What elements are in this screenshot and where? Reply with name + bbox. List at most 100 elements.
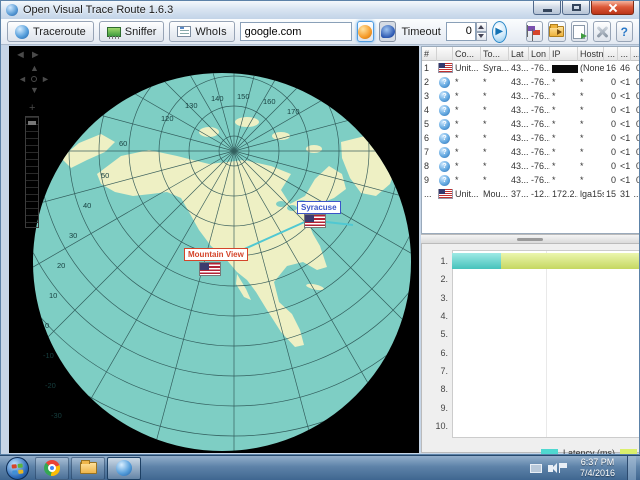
table-row[interactable]: 1Unit...Syra...43...-76...(None)16460 <box>422 61 639 75</box>
chrome-icon <box>44 460 60 476</box>
folder-export-icon <box>549 26 564 37</box>
gantt-bar-area <box>452 345 639 361</box>
explorer-folder-icon <box>80 462 97 474</box>
gantt-row-label: 10. <box>424 421 452 431</box>
gantt-row: 2. <box>424 270 639 288</box>
col-header-icon[interactable] <box>437 47 453 61</box>
table-row[interactable]: 4?**43...-76...**0<10 <box>422 103 639 117</box>
show-desktop-button[interactable] <box>627 456 636 480</box>
hops-table[interactable]: # Co... To... Lat Lon IP Hostn... ... ..… <box>421 46 640 234</box>
sniffer-button[interactable]: Sniffer <box>99 21 165 42</box>
table-row[interactable]: 9?**43...-76...**0<10 <box>422 173 639 187</box>
rotate-right-icon[interactable]: ► <box>30 49 45 61</box>
pan-up-icon[interactable]: ▲ <box>30 63 39 73</box>
table-row[interactable]: 8?**43...-76...**0<10 <box>422 159 639 173</box>
timeout-down-button[interactable] <box>476 32 487 42</box>
help-button[interactable]: ? <box>616 21 633 42</box>
hop-number: 5 <box>422 119 437 129</box>
close-button[interactable] <box>591 1 634 15</box>
globe-3d-view-button[interactable] <box>357 21 374 42</box>
us-flag-syracuse <box>304 214 326 228</box>
traceroute-button[interactable]: Traceroute <box>7 21 94 42</box>
start-trace-button[interactable]: ▶ <box>492 21 507 43</box>
rotate-left-icon[interactable]: ◄ <box>15 49 30 61</box>
gantt-row-label: 6. <box>424 348 452 358</box>
action-center-flag-icon[interactable] <box>559 463 568 473</box>
titlebar[interactable]: Open Visual Trace Route 1.6.3 <box>1 1 639 19</box>
page-export-icon <box>573 25 585 39</box>
gantt-bar-area <box>452 418 639 434</box>
gantt-row: 9. <box>424 398 639 416</box>
col-header-num[interactable]: # <box>422 47 437 61</box>
gantt-bar-segment[interactable] <box>501 253 639 269</box>
col-header-m3[interactable]: ... <box>631 47 640 61</box>
rotate-controls[interactable]: ◄► <box>15 49 45 61</box>
zoom-slider-thumb[interactable] <box>28 121 36 125</box>
minimize-button[interactable] <box>533 1 561 15</box>
network-tray-icon[interactable] <box>530 464 542 473</box>
us-flag-icon <box>439 63 452 72</box>
table-row[interactable]: 6?**43...-76...**0<10 <box>422 131 639 145</box>
col-header-lon[interactable]: Lon <box>529 47 550 61</box>
col-header-m2[interactable]: ... <box>618 47 631 61</box>
gantt-bar-area <box>452 326 639 342</box>
trace-route-app-icon <box>116 460 132 476</box>
hops-table-header[interactable]: # Co... To... Lat Lon IP Hostn... ... ..… <box>422 47 639 61</box>
pan-center-icon[interactable] <box>31 76 37 82</box>
col-header-m1[interactable]: ... <box>604 47 618 61</box>
help-icon: ? <box>621 25 628 39</box>
hop-number: 1 <box>422 63 437 73</box>
gantt-row-label: 3. <box>424 293 452 303</box>
gantt-bar-area <box>452 308 639 324</box>
unknown-host-icon: ? <box>439 147 450 158</box>
zoom-slider[interactable] <box>25 116 39 228</box>
start-button[interactable] <box>6 457 29 480</box>
col-header-ip[interactable]: IP <box>550 47 578 61</box>
flags-button[interactable] <box>526 21 543 42</box>
timeout-value[interactable]: 0 <box>446 22 476 41</box>
table-row[interactable]: 2?**43...-76...**0<10 <box>422 75 639 89</box>
desktop: Open Visual Trace Route 1.6.3 Traceroute… <box>0 0 640 480</box>
whois-button[interactable]: WhoIs <box>169 21 234 42</box>
taskbar-chrome-button[interactable] <box>35 457 69 480</box>
app-icon <box>6 4 18 16</box>
col-header-town[interactable]: To... <box>481 47 509 61</box>
pan-dpad[interactable]: ▲ ▼ ◄ ► <box>16 63 52 99</box>
host-input[interactable] <box>240 22 352 41</box>
timeout-up-button[interactable] <box>476 22 487 32</box>
splitter-grip[interactable] <box>517 238 543 241</box>
pan-right-icon[interactable]: ► <box>41 74 50 84</box>
city-label-syracuse[interactable]: Syracuse <box>297 201 341 214</box>
taskbar: 6:37 PM 7/4/2016 <box>0 455 640 480</box>
zoom-in-icon[interactable]: + <box>29 102 35 114</box>
volume-tray-icon[interactable] <box>548 465 553 472</box>
city-label-mountain-view[interactable]: Mountain View <box>184 248 248 261</box>
play-icon: ▶ <box>495 26 503 37</box>
maximize-button[interactable] <box>562 1 590 15</box>
pan-down-icon[interactable]: ▼ <box>30 85 39 95</box>
table-row[interactable]: ...Unit...Mou...37...-12...172.2...lga15… <box>422 187 639 201</box>
export-folder-button[interactable] <box>548 21 565 42</box>
settings-button[interactable] <box>593 21 610 42</box>
gantt-bar-area <box>452 290 639 306</box>
map-2d-view-button[interactable] <box>379 21 396 42</box>
save-image-button[interactable] <box>571 21 588 42</box>
globe-panel[interactable]: 60 50 40 30 20 10 0 -10 -20 -30 120 130 … <box>9 46 419 453</box>
taskbar-app-button[interactable] <box>107 457 141 480</box>
pan-left-icon[interactable]: ◄ <box>18 74 27 84</box>
table-row[interactable]: 3?**43...-76...**0<10 <box>422 89 639 103</box>
svg-text:170: 170 <box>287 107 300 116</box>
gantt-bar-segment[interactable] <box>452 253 501 269</box>
taskbar-explorer-button[interactable] <box>71 457 105 480</box>
redacted-ip <box>552 65 578 73</box>
gantt-row-label: 4. <box>424 311 452 321</box>
col-header-country[interactable]: Co... <box>453 47 481 61</box>
col-header-hostname[interactable]: Hostn... <box>578 47 604 61</box>
col-header-lat[interactable]: Lat <box>509 47 529 61</box>
taskbar-clock[interactable]: 6:37 PM 7/4/2016 <box>574 457 621 479</box>
close-icon <box>608 3 618 13</box>
table-row[interactable]: 7?**43...-76...**0<10 <box>422 145 639 159</box>
table-row[interactable]: 5?**43...-76...**0<10 <box>422 117 639 131</box>
panel-splitter[interactable] <box>421 234 640 244</box>
tools-icon <box>595 25 609 39</box>
